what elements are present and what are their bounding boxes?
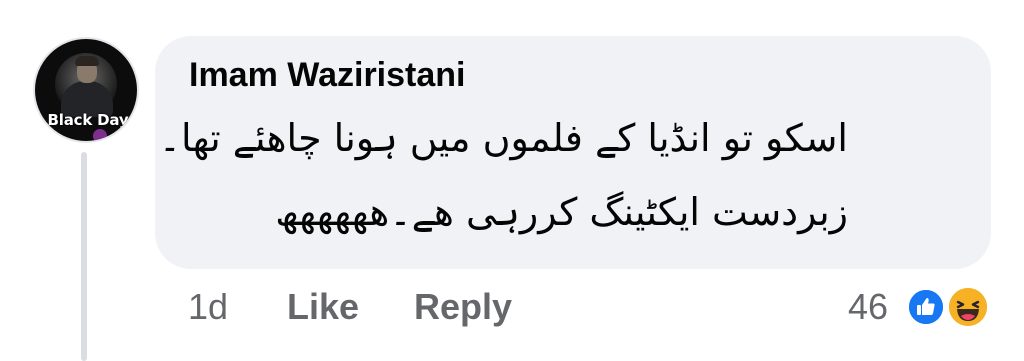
thread-line (81, 152, 87, 361)
avatar-figure-hair (75, 56, 99, 66)
avatar-badge-text: Black Day (47, 111, 129, 129)
avatar-emblem-icon (93, 129, 107, 141)
comment-text-line-1: اسکو تو انڈیا کے فلموں میں ہونا چاھئے تھ… (158, 116, 848, 160)
reaction-count: 46 (848, 286, 889, 327)
comment-text-line-2: زبردست ایکٹینگ کررہی ھے۔ھھھھھھ (275, 190, 848, 234)
reply-button[interactable]: Reply (414, 286, 512, 328)
avatar[interactable]: Black Day (33, 37, 139, 143)
comment-author-name[interactable]: Imam Waziristani (189, 56, 465, 95)
like-icon (906, 287, 946, 327)
comment-timestamp[interactable]: 1d (188, 286, 228, 328)
like-button[interactable]: Like (287, 286, 359, 328)
haha-icon (946, 285, 990, 329)
